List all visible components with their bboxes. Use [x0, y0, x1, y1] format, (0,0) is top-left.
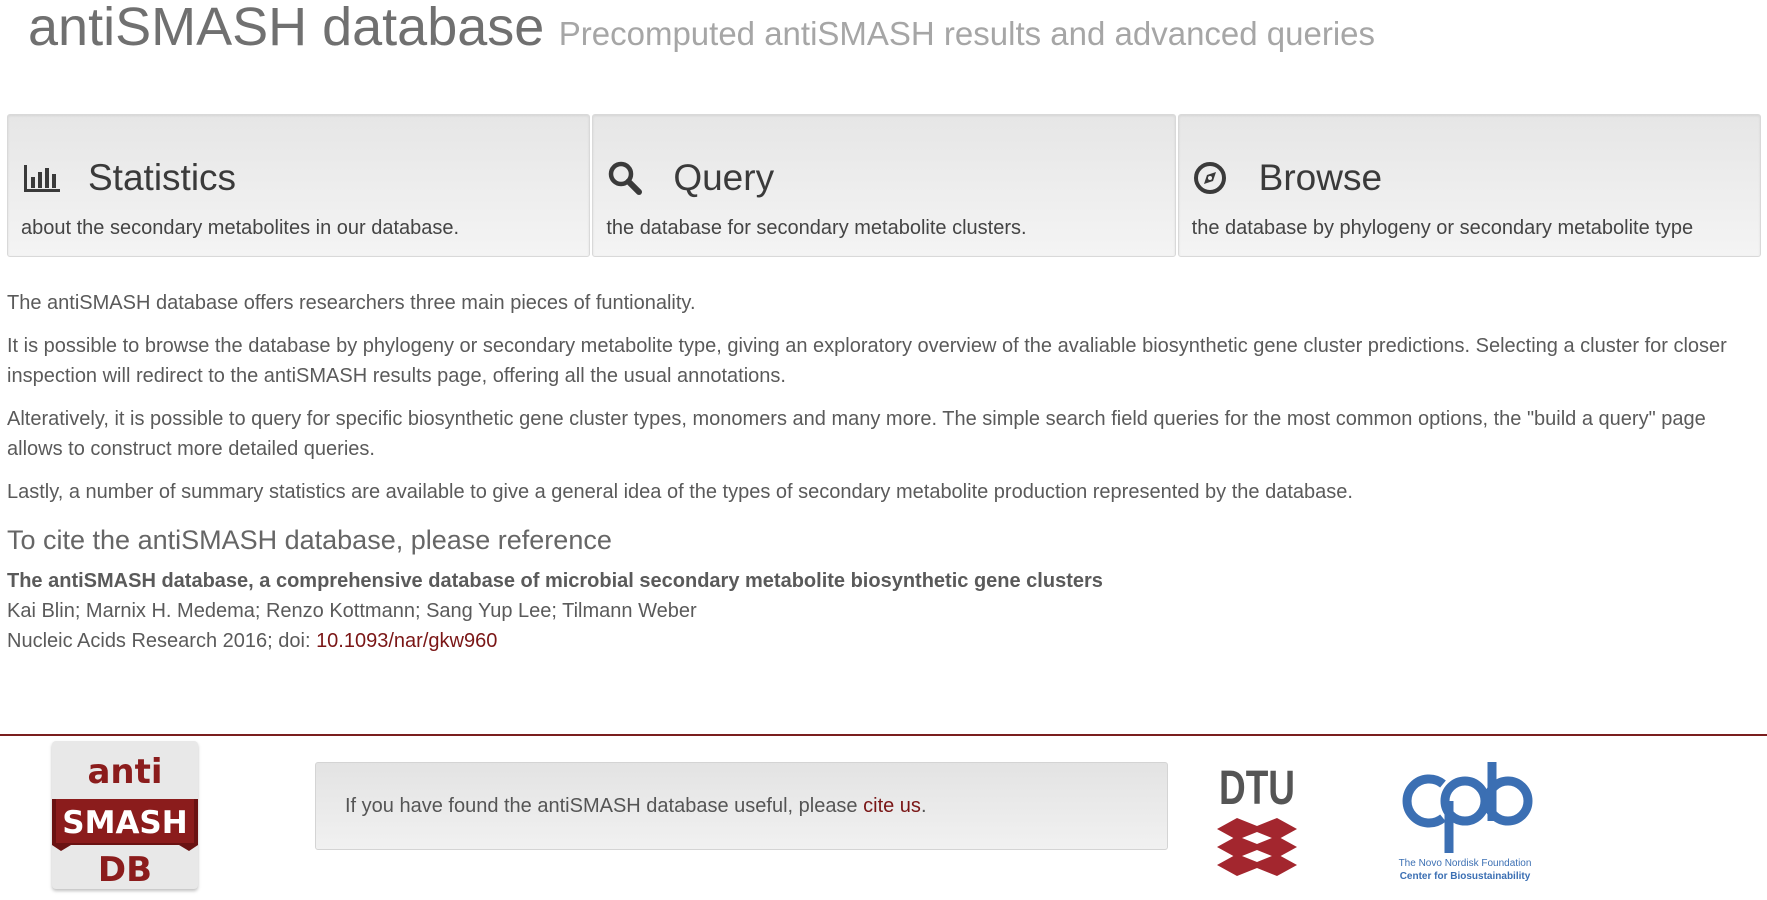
dtu-logo[interactable]: DTU	[1214, 760, 1300, 890]
browse-paragraph: It is possible to browse the database by…	[7, 335, 1727, 387]
compass-icon	[1193, 158, 1237, 198]
reference-title: The antiSMASH database, a comprehensive …	[7, 570, 1103, 592]
site-subtitle: Precomputed antiSMASH results and advanc…	[558, 15, 1376, 52]
statistics-card[interactable]: Statistics about the secondary metabolit…	[7, 114, 591, 257]
search-icon	[607, 158, 651, 198]
browse-card-description: the database by phylogeny or secondary m…	[1191, 217, 1694, 239]
feature-cards: Statistics about the secondary metabolit…	[7, 114, 1761, 257]
browse-card[interactable]: Browse the database by phylogeny or seco…	[1177, 114, 1761, 257]
cite-heading: To cite the antiSMASH database, please r…	[7, 525, 612, 555]
logo-word-smash: SMASH	[62, 805, 187, 841]
query-paragraph: Alteratively, it is possible to query fo…	[7, 408, 1706, 460]
site-title: antiSMASH database	[28, 0, 545, 57]
statistics-paragraph: Lastly, a number of summary statistics a…	[7, 481, 1353, 503]
logo-word-db: DB	[98, 850, 152, 889]
cite-notice-suffix: .	[920, 795, 927, 817]
query-card[interactable]: Query the database for secondary metabol…	[592, 114, 1176, 257]
dtu-wordmark: DTU	[1219, 762, 1295, 815]
footer-divider	[0, 734, 1767, 736]
cite-notice-text: If you have found the antiSMASH database…	[345, 795, 864, 817]
query-card-title: Query	[673, 157, 775, 198]
cite-notice: If you have found the antiSMASH database…	[315, 762, 1168, 850]
bar-chart-icon	[22, 158, 66, 198]
cfb-line-1: The Novo Nordisk Foundation	[1399, 858, 1532, 869]
cfb-logo[interactable]: The Novo Nordisk Foundation Center for B…	[1385, 758, 1555, 889]
reference-journal-text: Nucleic Acids Research 2016; doi:	[7, 630, 317, 652]
reference-authors: Kai Blin; Marnix H. Medema; Renzo Kottma…	[7, 600, 697, 622]
antismash-db-logo[interactable]: anti SMASH DB	[52, 741, 198, 890]
main-content: The antiSMASH database offers researcher…	[7, 288, 1762, 656]
logo-word-anti: anti	[87, 752, 162, 792]
doi-link[interactable]: 10.1093/nar/gkw960	[316, 630, 497, 652]
browse-card-title: Browse	[1258, 157, 1383, 198]
reference-journal: Nucleic Acids Research 2016; doi: 10.109…	[7, 626, 1762, 656]
statistics-card-title: Statistics	[88, 157, 237, 198]
query-card-description: the database for secondary metabolite cl…	[606, 217, 1027, 239]
intro-paragraph: The antiSMASH database offers researcher…	[7, 292, 696, 314]
cfb-line-2: Center for Biosustainability	[1400, 871, 1531, 882]
cite-us-link[interactable]: cite us	[863, 795, 921, 817]
statistics-card-description: about the secondary metabolites in our d…	[21, 217, 460, 239]
site-header: antiSMASH database Precomputed antiSMASH…	[28, 0, 1375, 58]
